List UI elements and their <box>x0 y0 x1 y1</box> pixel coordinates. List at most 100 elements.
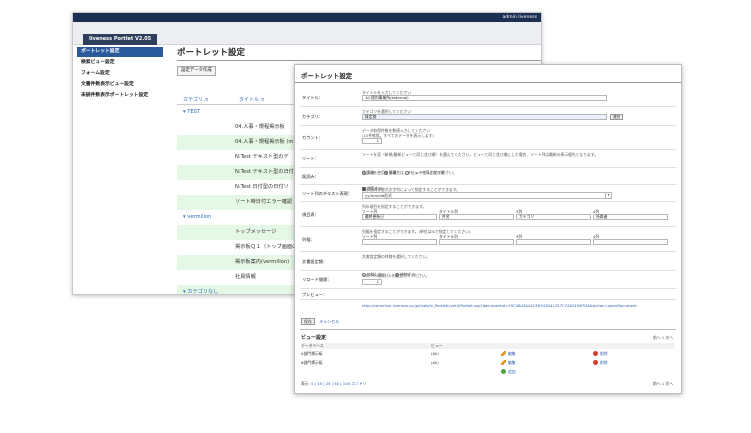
reload-label: リロード間隔： <box>302 277 332 282</box>
items-columns: ソート列 最終更新日 タイトル列 件名 3列 カテゴリ 4列 所属者 <box>362 209 674 221</box>
group-label: ▾ vermilion <box>183 214 212 220</box>
width-row: 列幅： 列幅を指定することができます。(単位は%で指定してください) ソート列 … <box>300 227 676 252</box>
row-title: トップメッセージ <box>235 229 277 235</box>
reload-input[interactable]: 1 <box>362 279 382 285</box>
title-input[interactable]: 10.個別事業所(external) <box>362 95 607 101</box>
views-pager-top[interactable]: 前へ 1 次へ <box>653 335 673 341</box>
delete-icon <box>593 360 598 365</box>
create-settings-button[interactable]: 設定データ作成 <box>177 66 216 76</box>
settings-form: タイトル： タイトルを入力してください 10.個別事業所(external) カ… <box>300 88 676 308</box>
items-input-4[interactable]: 所属者 <box>593 214 668 220</box>
column-category[interactable]: カテゴリ ≎ <box>183 95 209 105</box>
items-input-2[interactable]: 件名 <box>439 214 514 220</box>
count-row: カウント： データ取得件数を数値入力してください (10件推奨。すべてのデータを… <box>300 126 676 150</box>
sidebar-item-form[interactable]: フォーム設定 <box>77 69 163 79</box>
category-select-button[interactable]: 選択 <box>610 114 624 120</box>
delete-icon <box>593 351 598 356</box>
row-title: N:Test テキスト型のデ <box>235 154 289 160</box>
sidebar-item-search-view[interactable]: 検索ビュー設定 <box>77 58 163 68</box>
row-title: 掲示板Ｑ１（トップ画面の <box>235 244 298 250</box>
category-label: カテゴリ： <box>302 114 323 119</box>
count-field-wrap: データ取得件数を数値入力してください (10件推奨。すべてのデータを表示します)… <box>362 128 674 144</box>
title-row: タイトル： タイトルを入力してください 10.個別事業所(external) <box>300 88 676 107</box>
category-input[interactable]: 既定群 <box>362 114 607 120</box>
pencil-icon <box>501 360 506 365</box>
items-col-1: ソート列 最終更新日 <box>362 209 437 220</box>
preview-label: プレビュー： <box>302 292 328 297</box>
table-row: A部門掲示板 (All) 編集 削除 <box>301 350 675 358</box>
group-label: ▾ TEST <box>183 109 201 115</box>
cancel-link[interactable]: キャンセル <box>319 319 339 324</box>
sort-format-value: yy/mm/dd形式 <box>365 193 392 198</box>
title-divider <box>295 82 681 83</box>
sort-format-label: ソート列のデキスト表現： <box>302 191 353 196</box>
category-row: カテゴリ： カテゴリを選択してください 既定群 選択 <box>300 107 676 126</box>
sidebar-item-unread-count[interactable]: 未読件数表示ポートレット設定 <box>77 91 163 101</box>
table-row: B部門掲示板 (All) 編集 削除 <box>301 359 675 367</box>
views-pager-bottom[interactable]: 前へ 1 次へ <box>653 381 673 387</box>
edit-link[interactable]: 編集 <box>501 359 516 367</box>
width-label: 列幅： <box>302 237 315 242</box>
preview-link[interactable]: http://vermilion.liveness.co.jp/liveb/lv… <box>362 303 637 308</box>
category-field-wrap: カテゴリを選択してください 既定群 選択 <box>362 109 674 121</box>
row-title: 04.人事・規程掲示板 (m <box>235 139 294 145</box>
column-database: データベース <box>301 343 324 348</box>
delete-link[interactable]: 削除 <box>593 359 608 367</box>
items-row: 項目表： 列の項目を指定することができます。 ソート列 最終更新日 タイトル列 件名… <box>300 202 676 227</box>
views-table-header: データベース ビュー <box>301 343 675 349</box>
dialog-title: ポートレット設定 <box>301 72 353 80</box>
view-db: B部門掲示板 <box>301 360 323 365</box>
page-size-options[interactable]: 5 | 10 | 25 | 50 | 100 エントリ <box>311 381 366 386</box>
items-col-4: 4列 所属者 <box>593 209 668 220</box>
width-col-1: ソート列 <box>362 234 437 245</box>
reload-row: リロード間隔： リロード間隔(分)を設定してください。 1 <box>300 271 676 289</box>
column-title[interactable]: タイトル ≎ <box>239 95 265 105</box>
chevron-down-icon: ▾ <box>605 193 611 198</box>
count-hint-2: (10件推奨。すべてのデータを表示します) <box>362 133 434 138</box>
user-name[interactable]: admin Iiveness <box>502 13 537 22</box>
width-col-3: 3列 <box>516 234 591 245</box>
views-divider <box>300 329 676 330</box>
width-field-wrap: 列幅を指定することができます。(単位は%で指定してください) ソート列 タイトル… <box>362 229 674 246</box>
sort-format-field-wrap: 表示形式を書式文字列によって指定することができます。 yy/mm/dd形式 ▾ <box>362 187 674 199</box>
view-name: (All) <box>431 360 439 365</box>
add-view-link[interactable]: 追加 <box>501 368 516 376</box>
reload-hint: リロード間隔(分)を設定してください。 <box>362 273 430 278</box>
row-title: 04.人事・規程掲示板 <box>235 124 285 130</box>
width-input-3[interactable] <box>516 239 591 245</box>
row-title: 掲示板案内(vermilion) <box>235 259 290 265</box>
tab-bar: Iiveness Portlet V2.05 <box>73 22 541 45</box>
width-columns: ソート列 タイトル列 3列 4列 <box>362 234 674 246</box>
row-title: N:Test テキスト型の日付 <box>235 169 294 175</box>
row-title: 社員情報 <box>235 274 256 280</box>
row-title: N:Test 日付型の日付ソ <box>235 184 289 190</box>
page-title: ポートレット設定 <box>177 48 246 58</box>
edit-link[interactable]: 編集 <box>501 350 516 358</box>
count-input[interactable]: 1 <box>362 138 382 144</box>
portlet-settings-dialog: ポートレット設定 タイトル： タイトルを入力してください 10.個別事業所(ex… <box>294 64 682 394</box>
items-input-1[interactable]: 最終更新日 <box>362 214 437 220</box>
sort-row: ソート： ソートを見（新規/最新ビューと同じ並び順）を選んでください。ビューと同… <box>300 150 676 175</box>
sidebar-item-doc-count-view[interactable]: 文書件数表示ビュー設定 <box>77 80 163 90</box>
items-input-3[interactable]: カテゴリ <box>516 214 591 220</box>
title-label: タイトル： <box>302 95 323 100</box>
plus-icon <box>501 369 506 374</box>
preview-row: プレビュー： http://vermilion.liveness.co.jp/l… <box>300 289 676 308</box>
preview-field-wrap: http://vermilion.liveness.co.jp/liveb/lv… <box>362 292 674 311</box>
group-label: ▾ カテゴリなし <box>183 289 219 295</box>
width-col-4: 4列 <box>593 234 668 245</box>
save-button[interactable]: 保存 <box>301 318 315 325</box>
width-input-2[interactable] <box>439 239 514 245</box>
width-input-4[interactable] <box>593 239 668 245</box>
items-col-2: タイトル列 件名 <box>439 209 514 220</box>
pencil-icon <box>501 351 506 356</box>
app-tab[interactable]: Iiveness Portlet V2.05 <box>83 34 158 45</box>
width-input-1[interactable] <box>362 239 437 245</box>
items-field-wrap: 列の項目を指定することができます。 ソート列 最終更新日 タイトル列 件名 3列 カテ… <box>362 204 674 221</box>
delete-link[interactable]: 削除 <box>593 350 608 358</box>
sort-format-row: ソート列のデキスト表現： 表示形式を書式文字列によって指定することができます。 … <box>300 185 676 202</box>
items-col-3: 3列 カテゴリ <box>516 209 591 220</box>
sort-format-select[interactable]: yy/mm/dd形式 ▾ <box>362 192 612 199</box>
read-row: 既読み： 既読みを使用する場合は、チェックを入れてください。 使用する <box>300 168 676 191</box>
sidebar-item-portlet-settings[interactable]: ポートレット設定 <box>77 47 163 57</box>
